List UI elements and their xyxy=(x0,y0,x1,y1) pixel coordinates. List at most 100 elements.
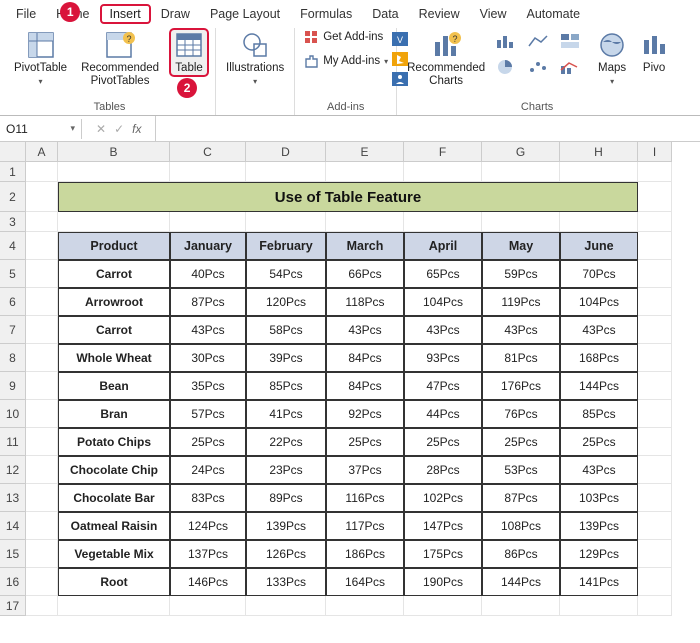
table-cell[interactable]: 59Pcs xyxy=(482,260,560,288)
table-cell[interactable]: 133Pcs xyxy=(246,568,326,596)
row-header[interactable]: 7 xyxy=(0,316,26,344)
row-header[interactable]: 1 xyxy=(0,162,26,182)
col-header[interactable]: A xyxy=(26,142,58,162)
table-cell[interactable]: 190Pcs xyxy=(404,568,482,596)
enter-icon[interactable]: ✓ xyxy=(114,122,124,136)
tab-home[interactable]: Home 1 xyxy=(46,4,99,24)
table-cell[interactable]: 116Pcs xyxy=(326,484,404,512)
table-header[interactable]: June xyxy=(560,232,638,260)
table-cell[interactable]: 25Pcs xyxy=(560,428,638,456)
cells-area[interactable]: Use of Table FeatureProductJanuaryFebrua… xyxy=(26,162,672,616)
table-cell-product[interactable]: Bean xyxy=(58,372,170,400)
table-header[interactable]: May xyxy=(482,232,560,260)
table-cell[interactable]: 40Pcs xyxy=(170,260,246,288)
row-header[interactable]: 11 xyxy=(0,428,26,456)
pie-chart-button[interactable] xyxy=(495,58,523,80)
name-box[interactable]: O11 ▾ xyxy=(0,119,82,139)
formula-bar[interactable] xyxy=(155,116,700,141)
table-cell[interactable]: 25Pcs xyxy=(170,428,246,456)
row-header[interactable]: 13 xyxy=(0,484,26,512)
combo-chart-button[interactable] xyxy=(559,58,587,80)
fx-icon[interactable]: fx xyxy=(132,122,141,136)
recommended-charts-button[interactable]: ? Recommended Charts xyxy=(403,28,489,89)
table-cell-product[interactable]: Whole Wheat xyxy=(58,344,170,372)
col-header[interactable]: H xyxy=(560,142,638,162)
tab-automate[interactable]: Automate xyxy=(517,4,591,24)
table-cell[interactable]: 43Pcs xyxy=(170,316,246,344)
row-header[interactable]: 4 xyxy=(0,232,26,260)
table-cell-product[interactable]: Bran xyxy=(58,400,170,428)
table-cell-product[interactable]: Chocolate Chip xyxy=(58,456,170,484)
table-cell[interactable]: 25Pcs xyxy=(404,428,482,456)
table-cell[interactable]: 25Pcs xyxy=(482,428,560,456)
select-all-corner[interactable] xyxy=(0,142,26,162)
table-cell[interactable]: 43Pcs xyxy=(560,456,638,484)
cancel-icon[interactable]: ✕ xyxy=(96,122,106,136)
table-cell[interactable]: 66Pcs xyxy=(326,260,404,288)
table-cell[interactable]: 175Pcs xyxy=(404,540,482,568)
table-cell[interactable]: 168Pcs xyxy=(560,344,638,372)
table-cell-product[interactable]: Arrowroot xyxy=(58,288,170,316)
table-cell[interactable]: 119Pcs xyxy=(482,288,560,316)
table-cell[interactable]: 176Pcs xyxy=(482,372,560,400)
table-header[interactable]: Product xyxy=(58,232,170,260)
table-cell[interactable]: 86Pcs xyxy=(482,540,560,568)
pivottable-button[interactable]: PivotTable ▾ xyxy=(10,28,71,88)
tab-data[interactable]: Data xyxy=(362,4,408,24)
row-header[interactable]: 2 xyxy=(0,182,26,212)
get-addins-button[interactable]: Get Add-ins xyxy=(301,28,385,46)
table-cell[interactable]: 76Pcs xyxy=(482,400,560,428)
table-button[interactable]: Table 2 xyxy=(169,28,209,77)
col-header[interactable]: E xyxy=(326,142,404,162)
table-cell[interactable]: 53Pcs xyxy=(482,456,560,484)
col-header[interactable]: D xyxy=(246,142,326,162)
tab-formulas[interactable]: Formulas xyxy=(290,4,362,24)
table-cell[interactable]: 23Pcs xyxy=(246,456,326,484)
row-header[interactable]: 9 xyxy=(0,372,26,400)
table-cell[interactable]: 39Pcs xyxy=(246,344,326,372)
col-header[interactable]: G xyxy=(482,142,560,162)
table-cell[interactable]: 43Pcs xyxy=(482,316,560,344)
row-header[interactable]: 14 xyxy=(0,512,26,540)
table-cell[interactable]: 84Pcs xyxy=(326,372,404,400)
table-header[interactable]: March xyxy=(326,232,404,260)
col-header[interactable]: I xyxy=(638,142,672,162)
table-cell[interactable]: 85Pcs xyxy=(560,400,638,428)
table-cell[interactable]: 35Pcs xyxy=(170,372,246,400)
table-header[interactable]: February xyxy=(246,232,326,260)
table-cell[interactable]: 89Pcs xyxy=(246,484,326,512)
row-header[interactable]: 10 xyxy=(0,400,26,428)
table-cell[interactable]: 43Pcs xyxy=(326,316,404,344)
table-cell[interactable]: 22Pcs xyxy=(246,428,326,456)
table-cell[interactable]: 54Pcs xyxy=(246,260,326,288)
table-cell[interactable]: 117Pcs xyxy=(326,512,404,540)
table-cell[interactable]: 164Pcs xyxy=(326,568,404,596)
table-cell[interactable]: 126Pcs xyxy=(246,540,326,568)
table-cell[interactable]: 87Pcs xyxy=(482,484,560,512)
table-cell[interactable]: 146Pcs xyxy=(170,568,246,596)
table-cell[interactable]: 144Pcs xyxy=(560,372,638,400)
row-header[interactable]: 8 xyxy=(0,344,26,372)
table-cell[interactable]: 47Pcs xyxy=(404,372,482,400)
table-cell[interactable]: 147Pcs xyxy=(404,512,482,540)
tab-review[interactable]: Review xyxy=(409,4,470,24)
table-cell[interactable]: 139Pcs xyxy=(560,512,638,540)
row-header[interactable]: 16 xyxy=(0,568,26,596)
col-header[interactable]: C xyxy=(170,142,246,162)
table-cell-product[interactable]: Root xyxy=(58,568,170,596)
illustrations-button[interactable]: Illustrations ▾ xyxy=(222,28,288,88)
table-cell[interactable]: 92Pcs xyxy=(326,400,404,428)
table-cell[interactable]: 186Pcs xyxy=(326,540,404,568)
table-cell[interactable]: 37Pcs xyxy=(326,456,404,484)
recommended-pivottables-button[interactable]: ? Recommended PivotTables xyxy=(77,28,163,89)
column-chart-button[interactable] xyxy=(495,32,523,54)
table-cell[interactable]: 43Pcs xyxy=(404,316,482,344)
row-header[interactable]: 5 xyxy=(0,260,26,288)
table-cell[interactable]: 43Pcs xyxy=(560,316,638,344)
table-cell[interactable]: 120Pcs xyxy=(246,288,326,316)
table-cell[interactable]: 129Pcs xyxy=(560,540,638,568)
table-cell[interactable]: 104Pcs xyxy=(560,288,638,316)
hierarchy-chart-button[interactable] xyxy=(559,32,587,54)
table-cell[interactable]: 103Pcs xyxy=(560,484,638,512)
table-cell-product[interactable]: Chocolate Bar xyxy=(58,484,170,512)
